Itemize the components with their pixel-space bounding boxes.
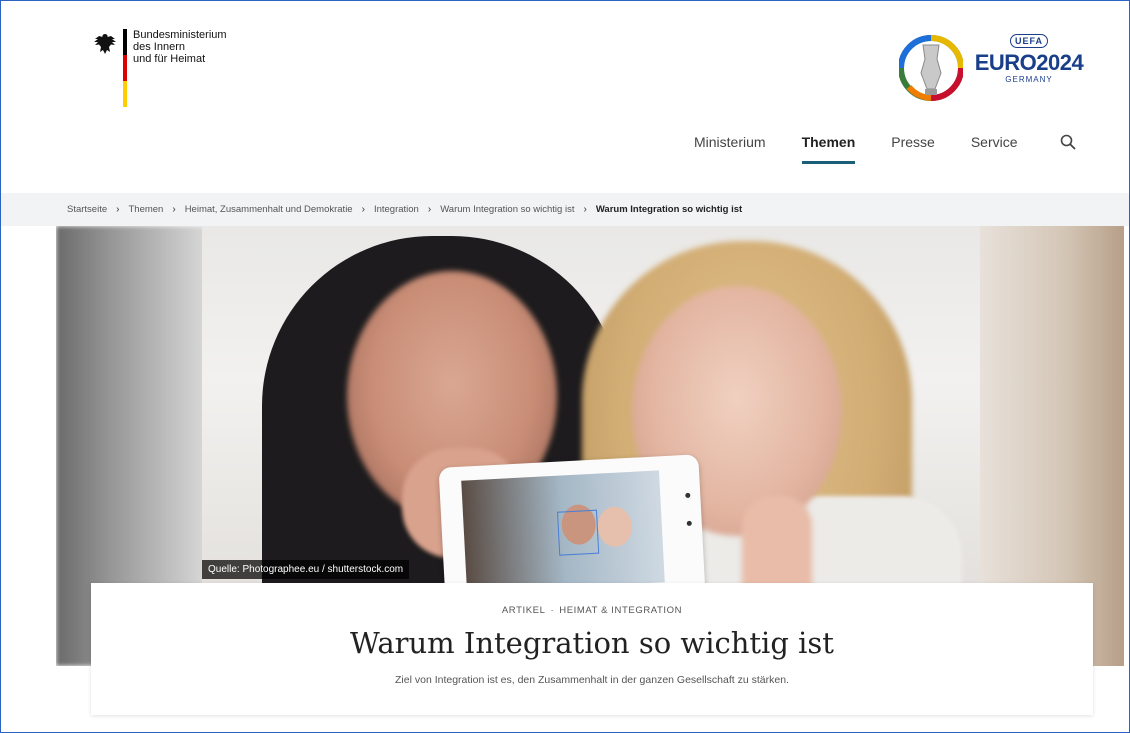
breadcrumb-themen[interactable]: Themen	[128, 204, 163, 215]
phone-screen	[461, 470, 665, 593]
article-kicker: ARTIKEL · HEIMAT & INTEGRATION	[91, 605, 1093, 616]
chevron-right-icon: ›	[116, 204, 120, 215]
chevron-right-icon: ›	[427, 204, 432, 215]
ministry-name-line: des Innern	[133, 41, 185, 53]
nav-item-themen[interactable]: Themen	[801, 134, 855, 164]
euro2024-title: EURO2024	[974, 50, 1084, 75]
phone-button	[686, 520, 692, 526]
federal-eagle-icon	[94, 34, 116, 54]
chevron-right-icon: ›	[583, 204, 587, 215]
chevron-right-icon: ›	[361, 204, 365, 215]
chevron-right-icon: ›	[172, 204, 176, 215]
article-subtitle: Ziel von Integration ist es, den Zusamme…	[395, 674, 789, 686]
breadcrumb-startseite[interactable]: Startseite	[67, 204, 107, 215]
flag-bar	[123, 29, 127, 107]
uefa-badge: UEFA	[1009, 34, 1048, 48]
ministry-logo[interactable]: Bundesministerium des Innern und für Hei…	[92, 29, 227, 107]
euro2024-subtitle: GERMANY	[1005, 75, 1053, 84]
phone-button	[685, 492, 691, 499]
nav-item-ministerium[interactable]: Ministerium	[694, 134, 766, 162]
site-header: Bundesministerium des Innern und für Hei…	[1, 1, 1129, 187]
euro2024-wordmark: UEFA EURO2024 GERMANY	[969, 31, 1089, 84]
breadcrumb-warum-parent[interactable]: Warum Integration so wichtig ist	[440, 204, 574, 215]
article-type: ARTIKEL	[501, 605, 546, 616]
breadcrumb-heimat[interactable]: Heimat, Zusammenhalt und Demokratie	[185, 204, 353, 215]
breadcrumb: Startseite › Themen › Heimat, Zusammenha…	[1, 193, 1129, 226]
search-icon[interactable]	[1060, 134, 1076, 150]
face-detect-box	[556, 509, 600, 556]
ministry-name-line: Bundesministerium	[133, 29, 227, 41]
nav-item-presse[interactable]: Presse	[891, 134, 935, 162]
article-topic: HEIMAT & INTEGRATION	[559, 605, 683, 616]
breadcrumb-current: Warum Integration so wichtig ist	[595, 204, 743, 215]
main-navigation: Ministerium Themen Presse Service	[694, 134, 1076, 164]
euro-trophy-emblem-icon	[899, 35, 963, 101]
phone-face-right	[596, 505, 633, 548]
ministry-name: Bundesministerium des Innern und für Hei…	[133, 29, 227, 65]
article-title: Warum Integration so wichtig ist	[350, 626, 834, 660]
article-header-card: ARTIKEL · HEIMAT & INTEGRATION Warum Integ…	[91, 583, 1093, 715]
ministry-name-line: und für Heimat	[133, 53, 206, 65]
breadcrumb-integration[interactable]: Integration	[374, 204, 419, 215]
image-credit: Quelle: Photographee.eu / shutterstock.c…	[202, 560, 410, 579]
kicker-separator: ·	[550, 605, 555, 616]
euro2024-logo[interactable]: UEFA EURO2024 GERMANY	[899, 29, 1089, 109]
nav-item-service[interactable]: Service	[971, 134, 1018, 162]
